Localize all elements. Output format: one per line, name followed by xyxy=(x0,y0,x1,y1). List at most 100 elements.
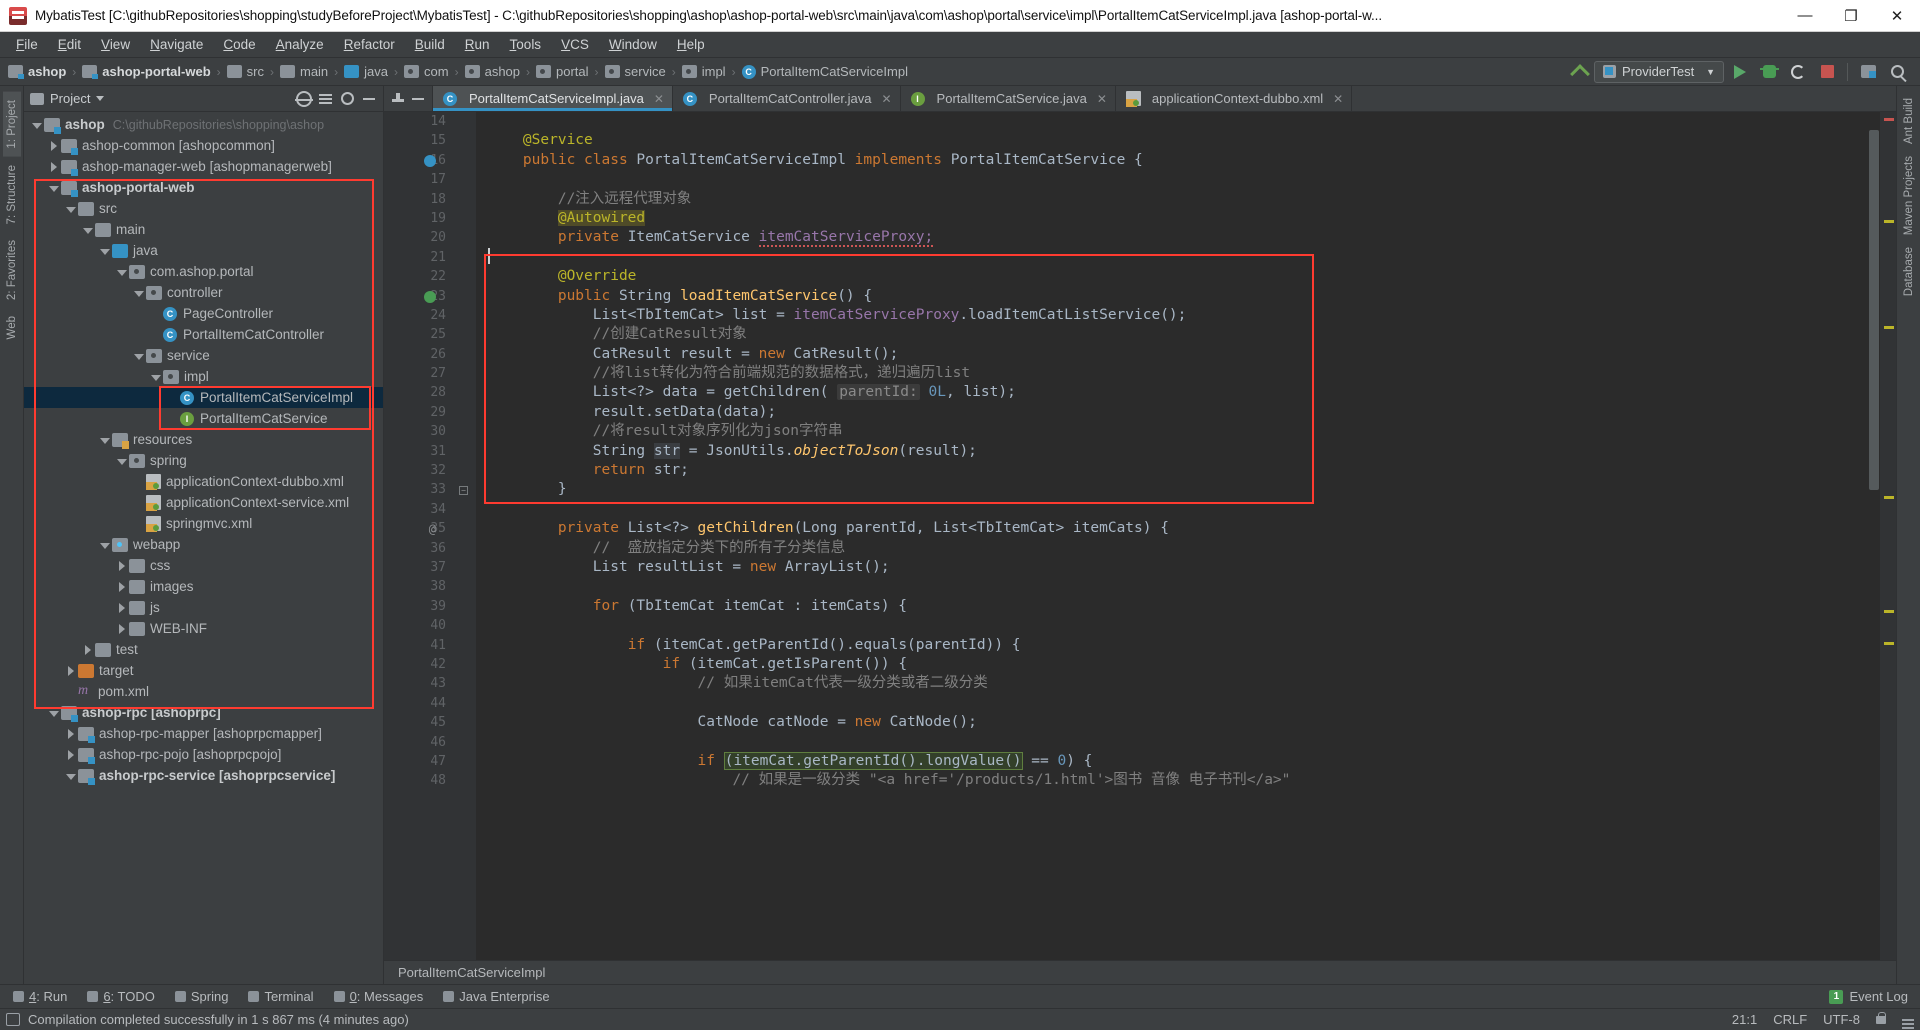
search-everywhere-button[interactable] xyxy=(1884,60,1910,84)
breadcrumb-item-src[interactable]: src xyxy=(226,64,264,79)
run-button[interactable] xyxy=(1727,60,1753,84)
project-structure-button[interactable] xyxy=(1855,60,1881,84)
run-configuration-selector[interactable]: ProviderTest ▼ xyxy=(1594,60,1724,83)
tree-node[interactable]: applicationContext-dubbo.xml xyxy=(24,471,383,492)
project-tree[interactable]: ashop C:\githubRepositories\shopping\asho… xyxy=(24,112,383,984)
menu-item-code[interactable]: Code xyxy=(213,34,265,55)
fold-collapse-icon[interactable]: − xyxy=(459,486,468,496)
tool-tab-1-project[interactable]: 1: Project xyxy=(2,92,21,157)
tree-node[interactable]: ashop C:\githubRepositories\shopping\asho… xyxy=(24,114,383,135)
tool-window-messages[interactable]: 0: Messages xyxy=(325,987,433,1006)
tree-node[interactable]: service xyxy=(24,345,383,366)
chevron-down-icon[interactable] xyxy=(149,370,163,384)
tree-node[interactable]: WEB-INF xyxy=(24,618,383,639)
tree-node[interactable]: ashop-common [ashopcommon] xyxy=(24,135,383,156)
chevron-right-icon[interactable] xyxy=(81,643,95,657)
menu-item-window[interactable]: Window xyxy=(599,34,667,55)
menu-item-file[interactable]: File xyxy=(6,34,48,55)
tree-node[interactable]: applicationContext-service.xml xyxy=(24,492,383,513)
chevron-right-icon[interactable] xyxy=(47,139,61,153)
tree-node[interactable]: css xyxy=(24,555,383,576)
error-stripe[interactable] xyxy=(1880,112,1896,960)
chevron-down-icon[interactable] xyxy=(81,223,95,237)
tree-node[interactable]: ashop-rpc-service [ashoprpcservice] xyxy=(24,765,383,786)
menu-item-refactor[interactable]: Refactor xyxy=(334,34,405,55)
tool-window-spring[interactable]: Spring xyxy=(166,987,238,1006)
tree-node[interactable]: test xyxy=(24,639,383,660)
maximize-button[interactable]: ❐ xyxy=(1828,0,1874,32)
tree-node[interactable]: main xyxy=(24,219,383,240)
fold-gutter[interactable]: − xyxy=(454,112,476,960)
at-icon[interactable]: @ xyxy=(424,523,436,535)
tree-node[interactable]: ashop-rpc-pojo [ashoprpcpojo] xyxy=(24,744,383,765)
pin-icon[interactable] xyxy=(392,92,404,105)
chevron-down-icon[interactable] xyxy=(132,286,146,300)
menu-item-run[interactable]: Run xyxy=(455,34,500,55)
scrollbar-thumb[interactable] xyxy=(1869,130,1879,490)
caret-position[interactable]: 21:1 xyxy=(1732,1012,1757,1027)
chevron-down-icon[interactable] xyxy=(96,96,105,101)
tree-node[interactable]: C PortalItemCatController xyxy=(24,324,383,345)
breadcrumb-item-impl[interactable]: impl xyxy=(681,64,726,79)
lock-icon[interactable] xyxy=(1876,1011,1886,1024)
tree-node[interactable]: m pom.xml xyxy=(24,681,383,702)
breadcrumb-item-java[interactable]: java xyxy=(344,64,388,79)
menu-item-edit[interactable]: Edit xyxy=(48,34,91,55)
chevron-right-icon[interactable] xyxy=(47,160,61,174)
code-editor[interactable]: 14 15 16 17 18 19 20 21 22 23 24 25 26 27 28 29 30 31 32 33… xyxy=(384,112,1896,960)
debug-button[interactable] xyxy=(1756,60,1782,84)
breadcrumb-item-main[interactable]: main xyxy=(279,64,328,79)
menu-item-navigate[interactable]: Navigate xyxy=(140,34,213,55)
close-icon[interactable]: ✕ xyxy=(654,92,664,106)
close-icon[interactable]: ✕ xyxy=(1333,92,1343,106)
tree-node[interactable]: ashop-portal-web xyxy=(24,177,383,198)
chevron-down-icon[interactable] xyxy=(132,349,146,363)
hide-panel-icon[interactable] xyxy=(361,91,377,107)
tree-node[interactable]: springmvc.xml xyxy=(24,513,383,534)
override-method-icon[interactable] xyxy=(424,290,436,303)
event-log-button[interactable]: 1 Event Log xyxy=(1829,989,1920,1004)
chevron-down-icon[interactable] xyxy=(47,181,61,195)
close-icon[interactable]: ✕ xyxy=(1097,92,1107,106)
chevron-down-icon[interactable] xyxy=(98,244,112,258)
tree-node[interactable]: ashop-rpc [ashoprpc] xyxy=(24,702,383,723)
editor-scrollbar[interactable] xyxy=(1867,112,1880,960)
chevron-down-icon[interactable] xyxy=(64,202,78,216)
breadcrumb-item-ashop[interactable]: ashop xyxy=(464,64,520,79)
tool-window-run[interactable]: 4: Run xyxy=(4,987,76,1006)
close-icon[interactable]: ✕ xyxy=(881,92,891,106)
tree-node[interactable]: ashop-manager-web [ashopmanagerweb] xyxy=(24,156,383,177)
breadcrumb-item-service[interactable]: service xyxy=(604,64,666,79)
chevron-down-icon[interactable] xyxy=(30,118,44,132)
gear-icon[interactable] xyxy=(341,92,354,105)
tree-node[interactable]: webapp xyxy=(24,534,383,555)
editor-tab-portalitemcatservice-java[interactable]: I PortalItemCatService.java ✕ xyxy=(901,86,1116,111)
tool-window-terminal[interactable]: Terminal xyxy=(239,987,322,1006)
chevron-down-icon[interactable] xyxy=(98,538,112,552)
tree-node[interactable]: ashop-rpc-mapper [ashoprpcmapper] xyxy=(24,723,383,744)
implemented-class-icon[interactable] xyxy=(424,154,436,167)
chevron-right-icon[interactable] xyxy=(115,580,129,594)
tool-tab-2-favorites[interactable]: 2: Favorites xyxy=(3,232,21,308)
close-button[interactable]: ✕ xyxy=(1874,0,1920,32)
menu-item-vcs[interactable]: VCS xyxy=(551,34,599,55)
tree-node[interactable]: resources xyxy=(24,429,383,450)
line-separator[interactable]: CRLF xyxy=(1773,1012,1807,1027)
code-content[interactable]: @Service public class PortalItemCatServi… xyxy=(476,112,1896,960)
tree-node[interactable]: com.ashop.portal xyxy=(24,261,383,282)
tool-tab-ant-build[interactable]: Ant Build xyxy=(1901,92,1917,150)
chevron-down-icon[interactable] xyxy=(115,265,129,279)
tool-tab-7-structure[interactable]: 7: Structure xyxy=(3,157,21,232)
chevron-down-icon[interactable] xyxy=(64,769,78,783)
tree-node[interactable]: C PortalItemCatServiceImpl xyxy=(24,387,383,408)
collapse-all-icon[interactable] xyxy=(318,91,334,107)
menu-icon[interactable] xyxy=(1902,1018,1914,1021)
chevron-right-icon[interactable] xyxy=(64,748,78,762)
tool-tab-maven-projects[interactable]: Maven Projects xyxy=(1901,150,1917,241)
tree-node[interactable]: js xyxy=(24,597,383,618)
tree-node[interactable]: java xyxy=(24,240,383,261)
tree-node[interactable]: spring xyxy=(24,450,383,471)
chevron-down-icon[interactable] xyxy=(115,454,129,468)
breadcrumb-item-ashop-portal-web[interactable]: ashop-portal-web xyxy=(82,64,211,79)
chevron-right-icon[interactable] xyxy=(115,601,129,615)
